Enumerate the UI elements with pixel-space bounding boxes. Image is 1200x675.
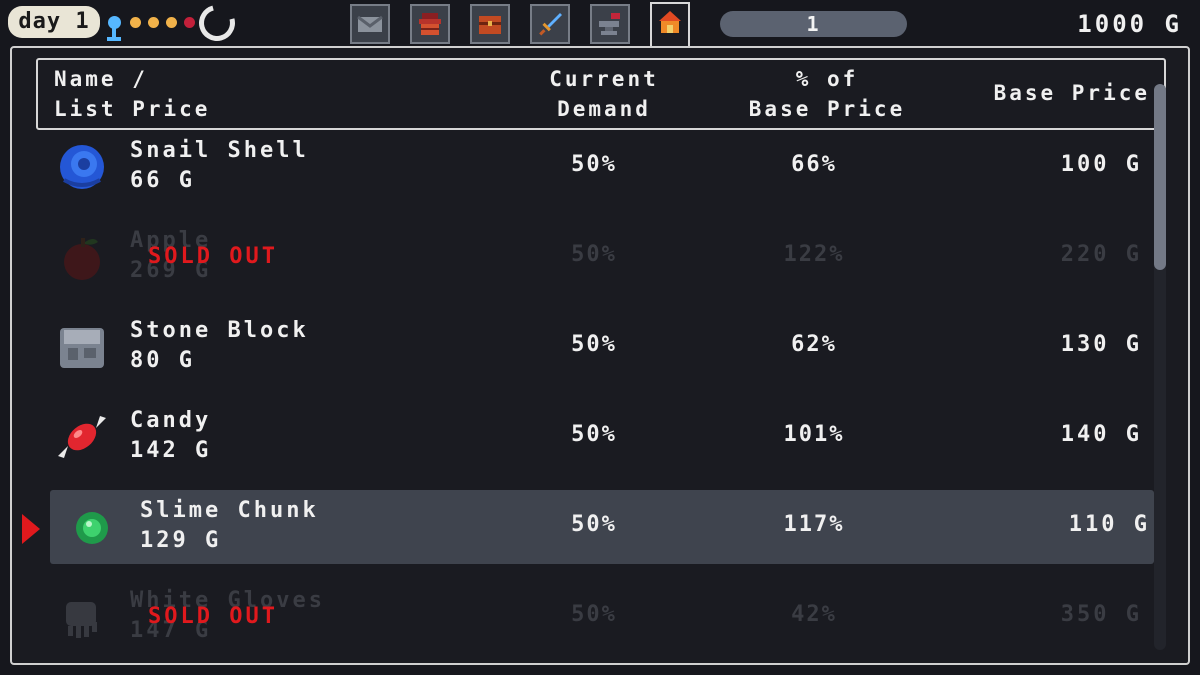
table-row-snail-shell[interactable]: Snail Shell 66 G 50% 66% 100 G — [40, 130, 1144, 204]
table-row-candy[interactable]: Candy 142 G 50% 101% 140 G — [40, 400, 1144, 474]
item-percent-base: 62% — [791, 332, 837, 357]
tab-weapons[interactable] — [530, 4, 570, 44]
table-row-apple[interactable]: Apple 269 G SOLD OUT 50% 122% 220 G — [40, 220, 1144, 294]
item-demand: 50% — [571, 332, 617, 357]
apple-icon — [64, 238, 100, 280]
tab-mail[interactable] — [350, 4, 390, 44]
tab-anvil[interactable] — [590, 4, 630, 44]
table-row-stone-block[interactable]: Stone Block 80 G 50% 62% 130 G — [40, 310, 1144, 384]
item-base-price: 110 G — [1068, 512, 1150, 537]
sold-out-label: SOLD OUT — [148, 244, 278, 269]
item-percent-base: 122% — [783, 242, 845, 267]
stone-block-icon — [60, 328, 104, 368]
selection-pointer-icon — [22, 514, 40, 544]
item-list-price: 80 G — [130, 348, 195, 373]
gold-balance: 1000 G — [1077, 10, 1182, 38]
scrollbar[interactable] — [1154, 84, 1166, 650]
scrollbar-thumb[interactable] — [1154, 84, 1166, 270]
item-base-price: 140 G — [1060, 422, 1142, 447]
time-marker-base — [107, 37, 121, 41]
quantity-display: 1 — [720, 11, 907, 37]
header-current-demand[interactable]: Current Demand — [524, 64, 684, 124]
candy-icon — [58, 416, 106, 458]
item-list-price: 142 G — [130, 438, 212, 463]
slime-chunk-icon — [76, 512, 108, 544]
red-crate-icon — [419, 13, 441, 35]
item-demand: 50% — [571, 512, 617, 537]
time-dot — [148, 17, 159, 28]
item-list-price: 66 G — [130, 168, 195, 193]
item-percent-base: 66% — [791, 152, 837, 177]
item-base-price: 100 G — [1060, 152, 1142, 177]
time-dot — [130, 17, 141, 28]
anvil-icon — [599, 13, 620, 35]
day-indicator: day 1 — [8, 6, 100, 38]
item-demand: 50% — [571, 152, 617, 177]
item-percent-base: 117% — [783, 512, 845, 537]
item-base-price: 220 G — [1060, 242, 1142, 267]
tab-chest[interactable] — [470, 4, 510, 44]
sword-icon — [539, 13, 562, 36]
item-demand: 50% — [571, 602, 617, 627]
item-base-price: 350 G — [1060, 602, 1142, 627]
snail-shell-icon — [60, 145, 104, 189]
tab-shop[interactable] — [650, 2, 690, 48]
item-percent-base: 42% — [791, 602, 837, 627]
item-name: Candy — [130, 408, 212, 433]
item-percent-base: 101% — [783, 422, 845, 447]
header-base-price[interactable]: Base Price — [994, 78, 1150, 108]
item-demand: 50% — [571, 242, 617, 267]
shop-icon — [659, 11, 681, 33]
tab-storage-crate[interactable] — [410, 4, 450, 44]
item-list-price: 129 G — [140, 528, 222, 553]
white-gloves-icon — [66, 602, 97, 638]
top-bar: day 1 1 1000 G — [0, 0, 1200, 48]
header-name-list-price[interactable]: Name / List Price — [54, 64, 210, 124]
item-name: Snail Shell — [130, 138, 309, 163]
item-name: Slime Chunk — [140, 498, 319, 523]
clock-icon — [192, 0, 242, 48]
item-name: Stone Block — [130, 318, 309, 343]
sold-out-label: SOLD OUT — [148, 604, 278, 629]
time-dot — [184, 17, 195, 28]
header-percent-base-price[interactable]: % of Base Price — [722, 64, 932, 124]
mail-icon — [357, 15, 383, 32]
table-row-slime-chunk[interactable]: Slime Chunk 129 G 50% 117% 110 G — [50, 490, 1154, 564]
table-row-white-gloves[interactable]: White Gloves 147 G SOLD OUT 50% 42% 350 … — [40, 580, 1144, 654]
chest-icon — [479, 16, 501, 34]
item-base-price: 130 G — [1060, 332, 1142, 357]
table-header: Name / List Price Current Demand % of Ba… — [36, 58, 1166, 130]
time-dot — [166, 17, 177, 28]
item-demand: 50% — [571, 422, 617, 447]
